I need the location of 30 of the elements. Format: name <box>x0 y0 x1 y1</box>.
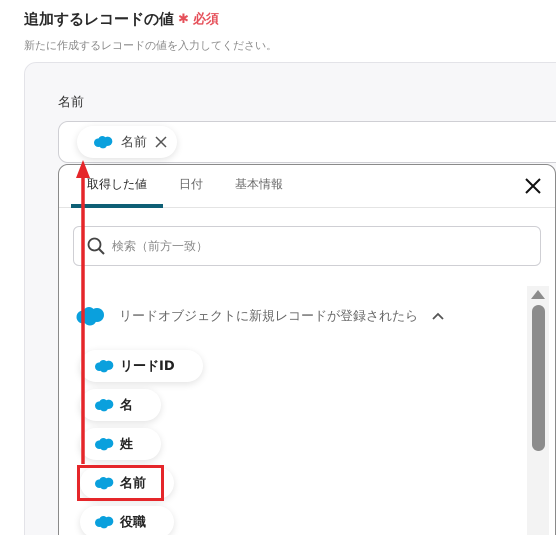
scroll-up-icon[interactable] <box>531 290 545 299</box>
scrollbar[interactable] <box>527 286 549 535</box>
section-description: 新たに作成するレコードの値を入力してください。 <box>24 38 278 53</box>
chevron-up-icon[interactable] <box>432 312 444 320</box>
cloud-icon <box>94 437 114 451</box>
variable-chip[interactable]: 姓 <box>80 428 161 460</box>
variable-chip[interactable]: リードID <box>80 350 203 382</box>
variable-chip[interactable]: 名 <box>80 389 161 421</box>
variable-chip[interactable]: 名前 <box>77 126 177 158</box>
variable-chip[interactable]: 役職 <box>80 506 174 535</box>
required-label: 必須 <box>192 10 219 28</box>
search-field[interactable]: 検索（前方一致） <box>73 226 541 266</box>
field-label: 名前 <box>58 94 85 111</box>
section-title: 追加するレコードの値 <box>24 10 174 28</box>
cloud-icon <box>94 515 114 529</box>
search-icon <box>87 237 105 255</box>
tab[interactable]: 日付 <box>163 165 219 208</box>
close-icon[interactable] <box>525 178 541 194</box>
cloud-icon <box>75 305 105 327</box>
scrollbar-thumb[interactable] <box>532 305 544 451</box>
input-field[interactable]: 名前 <box>58 121 556 163</box>
tab[interactable]: 基本情報 <box>219 165 299 208</box>
remove-icon[interactable] <box>155 136 167 148</box>
variable-chip[interactable]: 名前 <box>80 467 174 499</box>
cloud-icon <box>93 135 113 149</box>
cloud-icon <box>94 359 114 373</box>
group-title: リードオブジェクトに新規レコードが登録されたら <box>119 308 418 325</box>
required-mark: ✱ <box>178 12 189 26</box>
cloud-icon <box>94 398 114 412</box>
cloud-icon <box>94 476 114 490</box>
